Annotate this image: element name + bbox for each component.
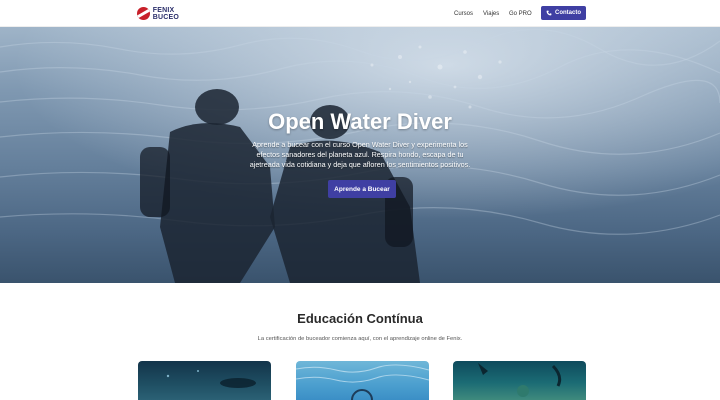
learn-to-dive-button[interactable]: Aprende a Bucear [328,180,396,198]
course-card-2[interactable] [296,361,429,400]
course-card-1[interactable] [138,361,271,400]
education-title: Educación Contínua [297,311,423,326]
course-card-3-image [478,363,562,397]
course-card-2-image [296,364,429,400]
course-card-3[interactable] [453,361,586,400]
logo-text: FENIX BUCEO [153,7,179,21]
education-subtitle: La certificación de buceador comienza aq… [257,336,463,342]
fenix-logo[interactable]: FENIX BUCEO [137,5,179,22]
contact-button[interactable]: Contacto [541,6,586,20]
nav-viajes[interactable]: Viajes [483,0,499,27]
contact-label: Contacto [555,10,581,16]
site-header: FENIX BUCEO Cursos Viajes Go PRO Contact… [0,0,720,27]
course-card-1-image [166,370,256,388]
hero-section: Open Water Diver Aprende a bucear con el… [0,27,720,283]
logo-line-2: BUCEO [152,13,179,21]
logo-mark-icon [137,7,150,20]
phone-icon [546,10,552,16]
nav-cursos[interactable]: Cursos [454,0,473,27]
hero-title: Open Water Diver [268,109,452,134]
hero-description: Aprende a bucear con el curso Open Water… [249,140,471,169]
nav-go-pro[interactable]: Go PRO [509,0,532,27]
logo-line-1: FENIX [152,6,175,14]
